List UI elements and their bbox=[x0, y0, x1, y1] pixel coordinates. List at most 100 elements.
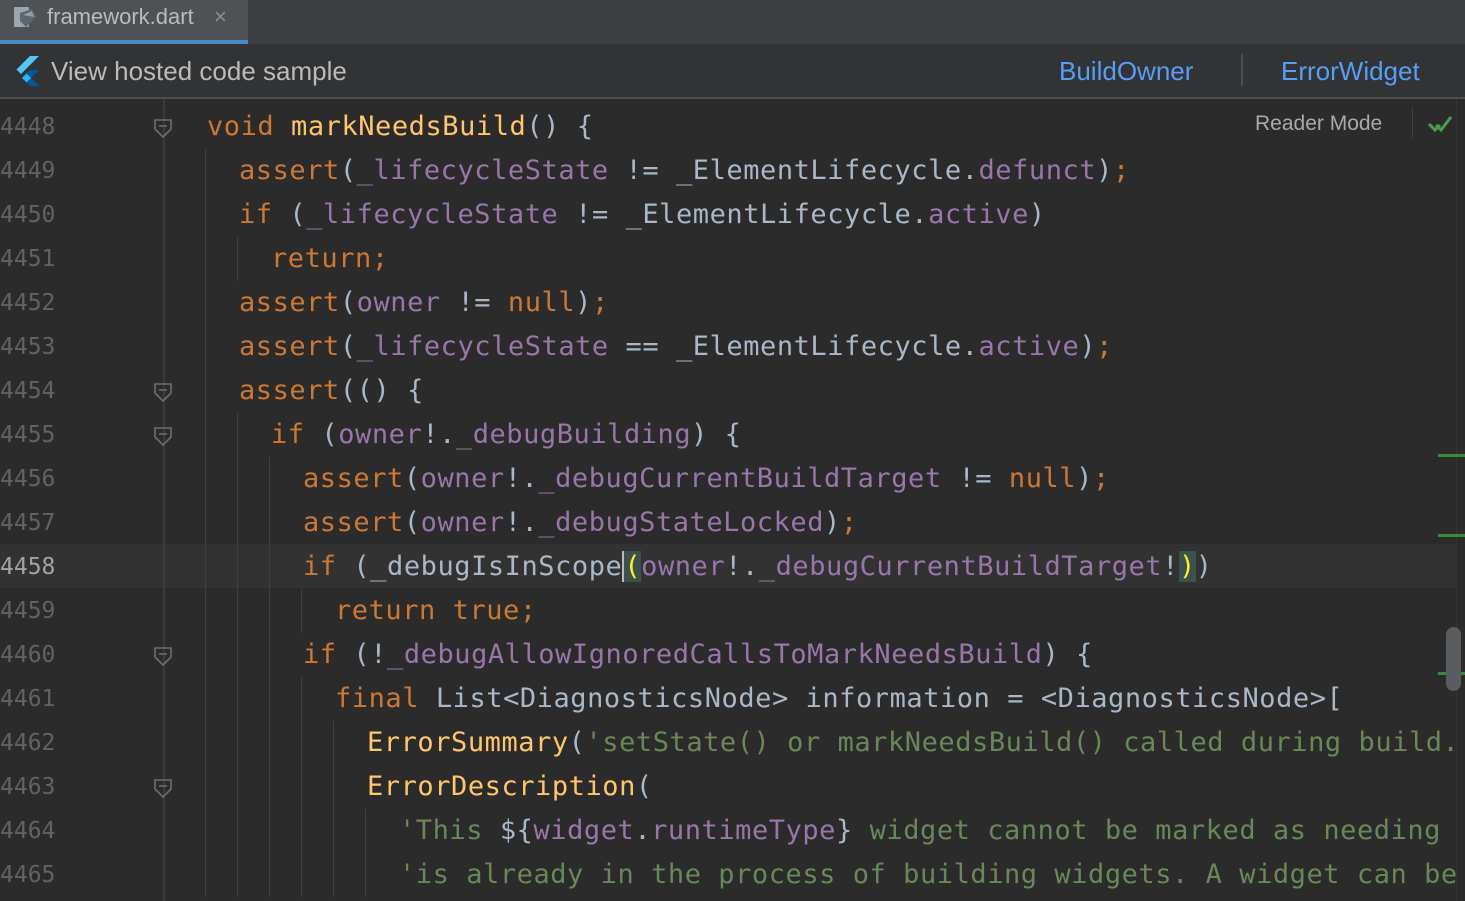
code-line[interactable]: 4461 final List<DiagnosticsNode> informat… bbox=[0, 677, 1456, 721]
code-text[interactable]: assert(_lifecycleState != _ElementLifecy… bbox=[239, 149, 1130, 193]
code-text[interactable]: void markNeedsBuild() { bbox=[207, 105, 594, 149]
code-text[interactable]: if (!_debugAllowIgnoredCallsToMarkNeedsB… bbox=[303, 633, 1093, 677]
code-line[interactable]: 4456 assert(owner!._debugCurrentBuildTarg… bbox=[0, 457, 1456, 501]
code-line[interactable]: 4459 return true; bbox=[0, 589, 1456, 633]
code-line[interactable]: 4453 assert(_lifecycleState == _ElementLi… bbox=[0, 325, 1456, 369]
code-text[interactable]: 'is already in the process of building w… bbox=[399, 853, 1465, 897]
code-text[interactable]: assert(owner!._debugStateLocked); bbox=[303, 501, 858, 545]
code-text[interactable]: return true; bbox=[335, 589, 537, 633]
code-token: _ElementLifecycle bbox=[675, 155, 962, 186]
close-icon[interactable]: × bbox=[214, 3, 227, 31]
code-text[interactable]: assert(() { bbox=[239, 369, 424, 413]
code-token: _ElementLifecycle bbox=[675, 331, 962, 362]
code-token: } bbox=[835, 815, 853, 846]
code-text[interactable]: final List<DiagnosticsNode> information … bbox=[335, 677, 1343, 721]
code-token: ) bbox=[1028, 199, 1046, 230]
fold-toggle-icon[interactable] bbox=[153, 117, 173, 139]
code-token: _debugIsInScope bbox=[370, 551, 623, 582]
tab-framework-dart[interactable]: framework.dart × bbox=[0, 0, 248, 44]
code-token: != bbox=[608, 155, 676, 186]
scrollbar-thumb[interactable] bbox=[1446, 627, 1461, 691]
code-token: ( bbox=[339, 155, 357, 186]
line-number[interactable]: 4459 bbox=[0, 589, 70, 633]
reader-divider bbox=[1412, 107, 1413, 139]
fold-toggle-icon[interactable] bbox=[153, 645, 173, 667]
code-token: if bbox=[271, 419, 322, 450]
code-token: . bbox=[961, 331, 979, 362]
code-token: return; bbox=[271, 243, 389, 274]
code-text[interactable]: ErrorDescription( bbox=[367, 765, 653, 809]
code-line[interactable]: 4463 ErrorDescription( bbox=[0, 765, 1456, 809]
code-token: owner bbox=[641, 551, 726, 582]
line-number[interactable]: 4463 bbox=[0, 765, 70, 809]
code-line[interactable]: 4458 if (_debugIsInScope(owner!._debugCur… bbox=[0, 545, 1456, 589]
code-line[interactable]: 4452 assert(owner != null); bbox=[0, 281, 1456, 325]
code-token: ${ bbox=[499, 815, 534, 846]
line-number[interactable]: 4456 bbox=[0, 457, 70, 501]
code-token: null bbox=[507, 287, 576, 318]
fold-toggle-icon[interactable] bbox=[153, 777, 173, 799]
code-token: ErrorDescription bbox=[367, 771, 636, 802]
code-text[interactable]: ErrorSummary('setState() or markNeedsBui… bbox=[367, 721, 1465, 765]
fold-toggle-icon[interactable] bbox=[153, 381, 173, 403]
code-token: ) { bbox=[1042, 639, 1093, 670]
code-line[interactable]: 4454 assert(() { bbox=[0, 369, 1456, 413]
error-widget-link[interactable]: ErrorWidget bbox=[1281, 55, 1420, 87]
code-line[interactable]: 4455 if (owner!._debugBuilding) { bbox=[0, 413, 1456, 457]
line-number[interactable]: 4460 bbox=[0, 633, 70, 677]
code-line[interactable]: 4457 assert(owner!._debugStateLocked); bbox=[0, 501, 1456, 545]
line-number[interactable]: 4455 bbox=[0, 413, 70, 457]
code-token: owner bbox=[420, 463, 505, 494]
line-number[interactable]: 4450 bbox=[0, 193, 70, 237]
code-token: null bbox=[1008, 463, 1077, 494]
line-number[interactable]: 4452 bbox=[0, 281, 70, 325]
line-number[interactable]: 4451 bbox=[0, 237, 70, 281]
code-token: ! bbox=[1162, 551, 1179, 582]
code-token: 'setState() or markNeedsBuild() called d… bbox=[585, 727, 1465, 758]
code-token: ) { bbox=[691, 419, 742, 450]
reader-mode-toggle[interactable]: Reader Mode bbox=[1255, 111, 1382, 137]
line-number[interactable]: 4448 bbox=[0, 105, 70, 149]
code-token: ) bbox=[1076, 463, 1093, 494]
line-number[interactable]: 4453 bbox=[0, 325, 70, 369]
line-number[interactable]: 4465 bbox=[0, 853, 70, 897]
build-owner-link[interactable]: BuildOwner bbox=[1059, 55, 1193, 87]
code-line[interactable]: 4450 if (_lifecycleState != _ElementLifec… bbox=[0, 193, 1456, 237]
code-text[interactable]: if (_lifecycleState != _ElementLifecycle… bbox=[239, 193, 1046, 237]
code-line[interactable]: 4464 'This ${widget.runtimeType} widget c… bbox=[0, 809, 1465, 853]
code-token: ) bbox=[824, 507, 841, 538]
view-hosted-code-sample-link[interactable]: View hosted code sample bbox=[51, 55, 347, 87]
code-token: ; bbox=[1092, 463, 1110, 494]
code-line[interactable]: 4451 return; bbox=[0, 237, 1456, 281]
line-number[interactable]: 4464 bbox=[0, 809, 70, 853]
code-token: () { bbox=[526, 111, 594, 142]
code-text[interactable]: if (owner!._debugBuilding) { bbox=[271, 413, 742, 457]
code-line[interactable]: 4448 void markNeedsBuild() { bbox=[0, 105, 1456, 149]
line-number[interactable]: 4461 bbox=[0, 677, 70, 721]
line-number[interactable]: 4462 bbox=[0, 721, 70, 765]
code-line[interactable]: 4460 if (!_debugAllowIgnoredCallsToMarkNe… bbox=[0, 633, 1456, 677]
code-token: ) bbox=[575, 287, 592, 318]
line-number[interactable]: 4458 bbox=[0, 545, 70, 589]
code-line[interactable]: 4449 assert(_lifecycleState != _ElementLi… bbox=[0, 149, 1456, 193]
code-text[interactable]: assert(owner != null); bbox=[239, 281, 609, 325]
line-number[interactable]: 4457 bbox=[0, 501, 70, 545]
vertical-scrollbar[interactable] bbox=[1456, 99, 1465, 901]
tab-filename: framework.dart bbox=[47, 4, 194, 29]
code-text[interactable]: assert(_lifecycleState == _ElementLifecy… bbox=[239, 325, 1113, 369]
code-line[interactable]: 4465'is already in the process of buildi… bbox=[0, 853, 1457, 897]
code-editor[interactable]: 4448 void markNeedsBuild() { 4449 assert(_l… bbox=[0, 99, 1465, 901]
line-number[interactable]: 4454 bbox=[0, 369, 70, 413]
code-text[interactable]: assert(owner!._debugCurrentBuildTarget !… bbox=[303, 457, 1110, 501]
code-token: _debugCurrentBuildTarget bbox=[538, 463, 942, 494]
code-text[interactable]: 'This ${widget.runtimeType} widget canno… bbox=[399, 809, 1465, 853]
code-line[interactable]: 4462 ErrorSummary('setState() or markNeed… bbox=[0, 721, 1465, 765]
line-number[interactable]: 4449 bbox=[0, 149, 70, 193]
code-text[interactable]: if (_debugIsInScope(owner!._debugCurrent… bbox=[303, 545, 1213, 589]
check-icon[interactable] bbox=[1427, 113, 1453, 135]
fold-toggle-icon[interactable] bbox=[153, 425, 173, 447]
flutter-banner: View hosted code sample BuildOwner Error… bbox=[0, 45, 1465, 99]
code-token: ( bbox=[568, 727, 586, 758]
code-text[interactable]: return; bbox=[271, 237, 389, 281]
code-token: void bbox=[207, 111, 292, 142]
